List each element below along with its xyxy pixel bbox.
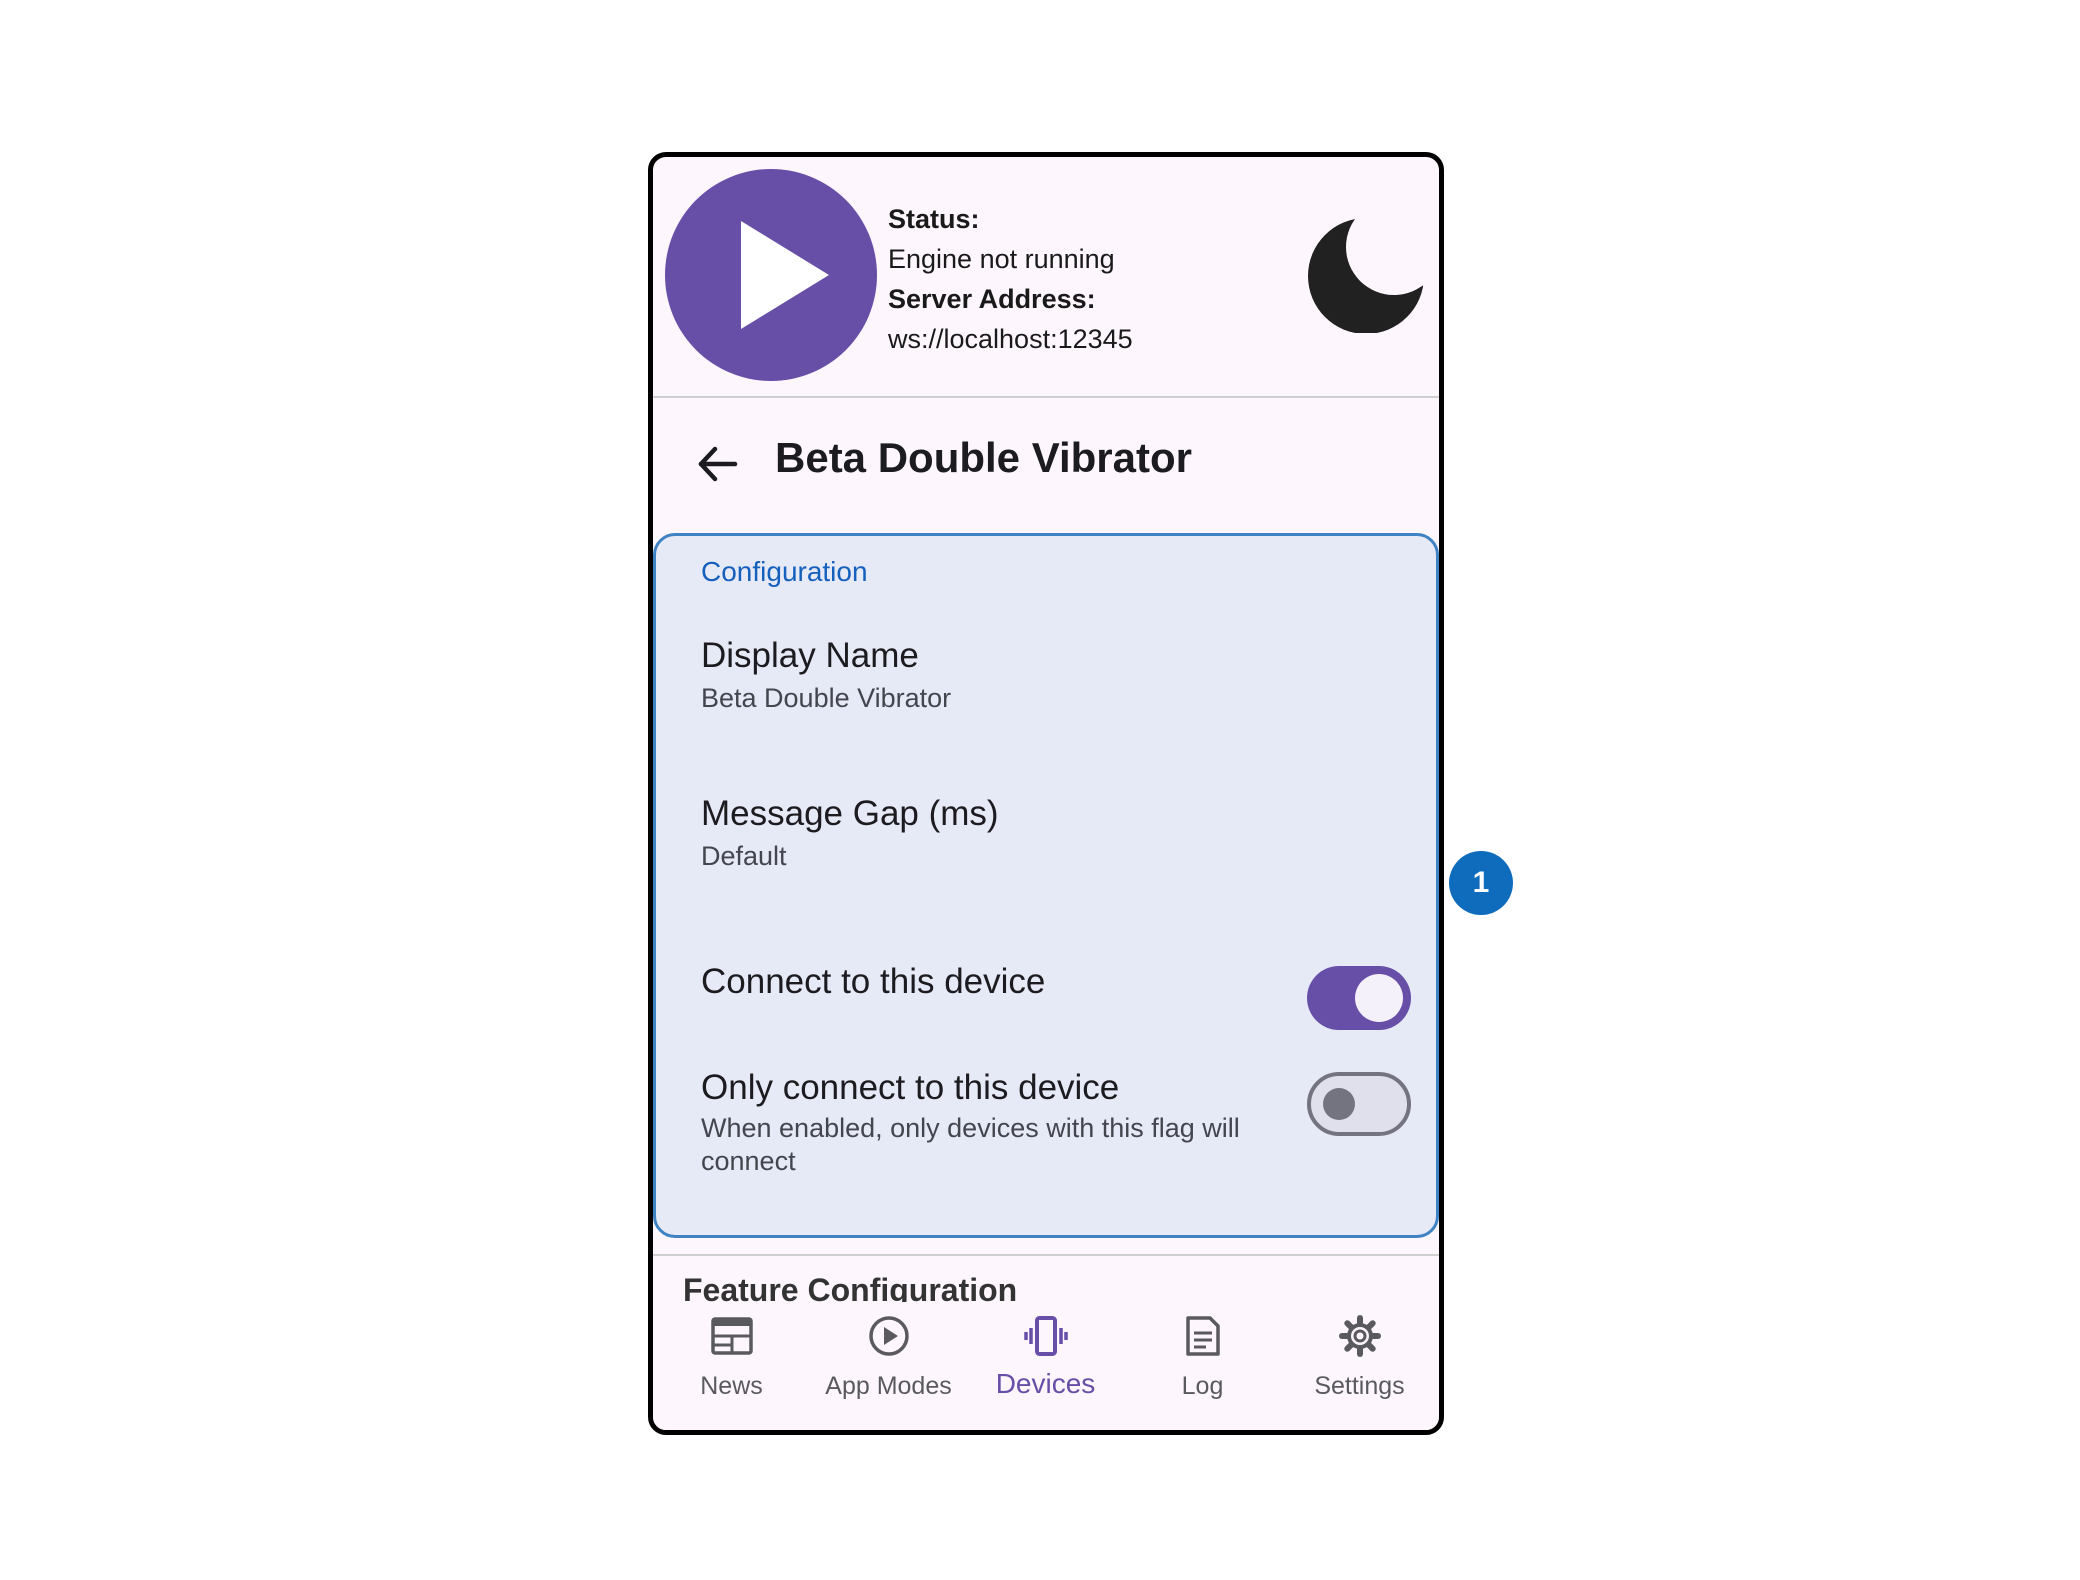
connect-device-setting[interactable]: Connect to this device	[656, 948, 1436, 1038]
nav-label: News	[700, 1372, 763, 1400]
gear-icon	[1338, 1315, 1381, 1357]
connect-device-title: Connect to this device	[701, 962, 1046, 1001]
start-engine-button[interactable]	[665, 169, 877, 381]
only-connect-subtitle: When enabled, only devices with this fla…	[701, 1113, 1240, 1176]
arrow-back-icon	[698, 446, 738, 482]
only-connect-switch[interactable]	[1307, 1072, 1411, 1136]
callout-badge: 1	[1449, 851, 1513, 915]
only-connect-setting[interactable]: Only connect to this device When enabled…	[656, 1068, 1436, 1208]
section-divider	[653, 1254, 1439, 1256]
nav-item-news[interactable]: News	[653, 1302, 810, 1430]
page-title: Beta Double Vibrator	[775, 434, 1192, 481]
engine-header: Status: Engine not running Server Addres…	[653, 157, 1439, 398]
server-address-label: Server Address:	[888, 284, 1096, 314]
feature-configuration-section: Feature Configuration	[653, 1262, 1439, 1302]
feature-configuration-title: Feature Configuration	[683, 1272, 1018, 1302]
play-circle-icon	[868, 1316, 909, 1356]
display-name-setting[interactable]: Display Name Beta Double Vibrator	[656, 636, 1436, 746]
nav-label: Log	[1181, 1372, 1224, 1400]
only-connect-title: Only connect to this device	[701, 1068, 1120, 1107]
nav-label: Settings	[1314, 1372, 1405, 1400]
display-name-value: Beta Double Vibrator	[701, 683, 952, 713]
nav-item-settings[interactable]: Settings	[1281, 1302, 1438, 1430]
vibrate-icon	[1023, 1316, 1068, 1356]
server-address-value: ws://localhost:12345	[888, 324, 1133, 354]
phone-frame: Status: Engine not running Server Addres…	[648, 152, 1444, 1435]
canvas: Status: Engine not running Server Addres…	[0, 0, 2080, 1580]
status-label: Status:	[888, 204, 980, 234]
theme-toggle-button[interactable]	[1308, 213, 1424, 334]
status-value: Engine not running	[888, 244, 1115, 274]
display-name-title: Display Name	[701, 636, 919, 675]
message-gap-setting[interactable]: Message Gap (ms) Default	[656, 794, 1436, 904]
configuration-header: Configuration	[701, 556, 868, 587]
status-block: Status: Engine not running Server Addres…	[888, 199, 1133, 359]
nav-label: App Modes	[825, 1372, 952, 1400]
title-bar: Beta Double Vibrator	[653, 398, 1439, 528]
message-gap-value: Default	[701, 841, 787, 871]
connect-device-switch[interactable]	[1307, 966, 1411, 1030]
back-button[interactable]	[693, 440, 741, 488]
nav-item-devices[interactable]: Devices	[967, 1302, 1124, 1430]
moon-icon	[1308, 218, 1424, 334]
switch-knob	[1323, 1088, 1355, 1120]
configuration-card: Configuration Display Name Beta Double V…	[653, 533, 1439, 1238]
nav-item-log[interactable]: Log	[1124, 1302, 1281, 1430]
switch-knob	[1355, 974, 1403, 1022]
message-gap-title: Message Gap (ms)	[701, 794, 999, 833]
nav-label: Devices	[995, 1368, 1096, 1399]
document-icon	[1185, 1316, 1220, 1356]
play-icon	[741, 221, 829, 329]
nav-item-app-modes[interactable]: App Modes	[810, 1302, 967, 1430]
bottom-navigation: News App Modes Devices Log Settings	[653, 1302, 1439, 1430]
news-icon	[710, 1317, 753, 1355]
